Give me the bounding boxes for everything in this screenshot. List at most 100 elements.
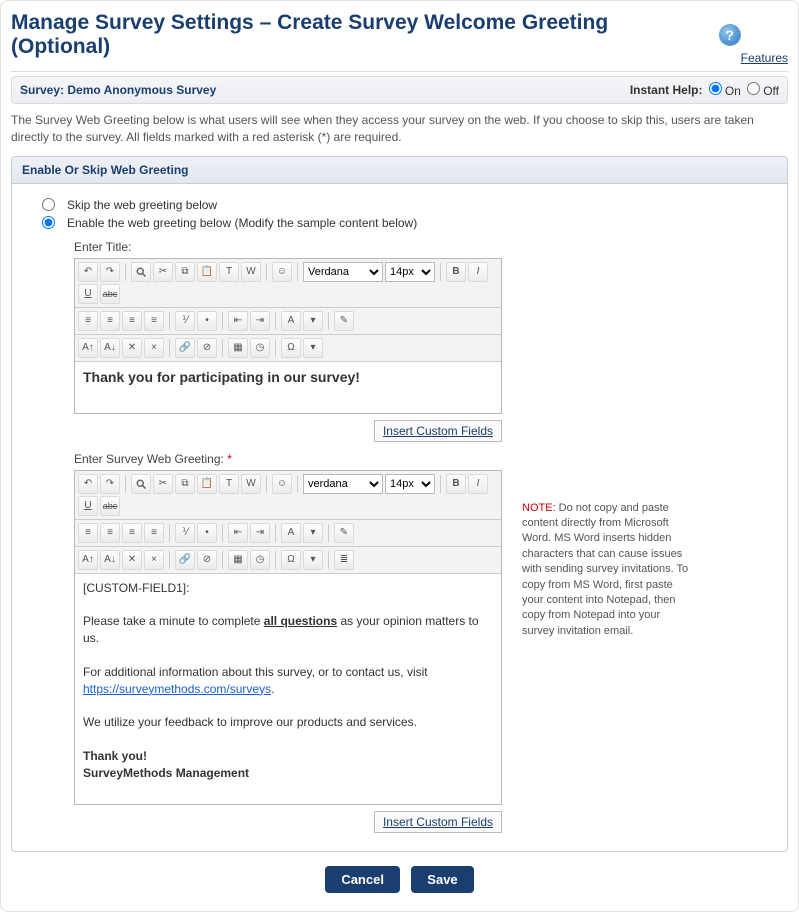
align-center-icon[interactable]: ≡ [100, 523, 120, 543]
greeting-link[interactable]: https://surveymethods.com/surveys [83, 682, 271, 696]
help-icon[interactable]: ? [719, 24, 741, 46]
bold-icon[interactable]: B [446, 262, 466, 282]
font-size-select[interactable]: 14px [385, 262, 435, 282]
font-size-select[interactable]: 14px [385, 474, 435, 494]
italic-icon[interactable]: I [468, 262, 488, 282]
symbol-dropdown-icon[interactable]: ▾ [303, 550, 323, 570]
instant-help-on-radio[interactable] [709, 82, 722, 95]
strikethrough-icon[interactable]: abc [100, 496, 120, 516]
symbol-icon[interactable]: Ω [281, 338, 301, 358]
superscript-icon[interactable]: A↑ [78, 338, 98, 358]
cancel-button[interactable]: Cancel [325, 866, 400, 893]
font-name-select[interactable]: verdana [303, 474, 383, 494]
subscript-icon[interactable]: A↓ [100, 550, 120, 570]
greeting-editor-content[interactable]: [CUSTOM-FIELD1]: Please take a minute to… [75, 574, 501, 804]
italic-icon[interactable]: I [468, 474, 488, 494]
paste-text-icon[interactable]: T [219, 474, 239, 494]
cut-icon[interactable]: ✂ [153, 474, 173, 494]
greeting-editor-toolbar-row1: ↶ ↷ ✂ ⧉ 📋 T W ☺ verdana [75, 471, 501, 520]
numbered-list-icon[interactable]: ⅟ [175, 311, 195, 331]
title-editor-content[interactable]: Thank you for participating in our surve… [75, 362, 501, 413]
clear-format-icon[interactable]: × [144, 550, 164, 570]
format-paint-icon[interactable]: ✎ [334, 311, 354, 331]
strikethrough-icon[interactable]: abc [100, 284, 120, 304]
instant-help-on-option[interactable]: On [709, 82, 741, 98]
date-icon[interactable]: ◷ [250, 338, 270, 358]
save-button[interactable]: Save [411, 866, 473, 893]
indent-icon[interactable]: ⇥ [250, 311, 270, 331]
redo-icon[interactable]: ↷ [100, 262, 120, 282]
paste-text-icon[interactable]: T [219, 262, 239, 282]
table-icon[interactable]: ▦ [228, 550, 248, 570]
clear-format-icon[interactable]: × [144, 338, 164, 358]
align-right-icon[interactable]: ≡ [122, 311, 142, 331]
indent-icon[interactable]: ⇥ [250, 523, 270, 543]
align-right-icon[interactable]: ≡ [122, 523, 142, 543]
symbol-dropdown-icon[interactable]: ▾ [303, 338, 323, 358]
skip-greeting-radio[interactable] [42, 198, 55, 211]
features-link[interactable]: Features [741, 51, 788, 65]
title-editor-toolbar-row2: ≡ ≡ ≡ ≡ ⅟ • ⇤ ⇥ A ▾ ✎ [75, 308, 501, 335]
remove-format-icon[interactable]: ✕ [122, 550, 142, 570]
enable-greeting-radio[interactable] [42, 216, 55, 229]
emoji-icon[interactable]: ☺ [272, 262, 292, 282]
symbol-icon[interactable]: Ω [281, 550, 301, 570]
cut-icon[interactable]: ✂ [153, 262, 173, 282]
instant-help-label: Instant Help: [630, 83, 703, 97]
greeting-line2: For additional information about this su… [83, 664, 493, 698]
superscript-icon[interactable]: A↑ [78, 550, 98, 570]
undo-icon[interactable]: ↶ [78, 262, 98, 282]
greeting-thankyou: Thank you! [83, 748, 493, 765]
font-name-select[interactable]: Verdana [303, 262, 383, 282]
copy-icon[interactable]: ⧉ [175, 474, 195, 494]
table-icon[interactable]: ▦ [228, 338, 248, 358]
bullet-list-icon[interactable]: • [197, 311, 217, 331]
date-icon[interactable]: ◷ [250, 550, 270, 570]
remove-format-icon[interactable]: ✕ [122, 338, 142, 358]
align-left-icon[interactable]: ≡ [78, 523, 98, 543]
align-justify-icon[interactable]: ≡ [144, 523, 164, 543]
align-justify-icon[interactable]: ≡ [144, 311, 164, 331]
insert-custom-fields-title-link[interactable]: Insert Custom Fields [374, 420, 502, 442]
unlink-icon[interactable]: ⊘ [197, 338, 217, 358]
paste-icon[interactable]: 📋 [197, 262, 217, 282]
paste-icon[interactable]: 📋 [197, 474, 217, 494]
instant-help-off-option[interactable]: Off [747, 82, 779, 98]
title-editor: ↶ ↷ ✂ ⧉ 📋 T W ☺ Verdana 14px B I [74, 258, 502, 414]
font-color-icon[interactable]: A [281, 523, 301, 543]
link-icon[interactable]: 🔗 [175, 550, 195, 570]
hr-icon[interactable]: ≣ [334, 550, 354, 570]
subscript-icon[interactable]: A↓ [100, 338, 120, 358]
link-icon[interactable]: 🔗 [175, 338, 195, 358]
insert-custom-fields-greeting-link[interactable]: Insert Custom Fields [374, 811, 502, 833]
align-center-icon[interactable]: ≡ [100, 311, 120, 331]
title-field-label: Enter Title: [74, 240, 773, 254]
format-paint-icon[interactable]: ✎ [334, 523, 354, 543]
outdent-icon[interactable]: ⇤ [228, 311, 248, 331]
greeting-editor: ↶ ↷ ✂ ⧉ 📋 T W ☺ verdana [74, 470, 502, 805]
outdent-icon[interactable]: ⇤ [228, 523, 248, 543]
redo-icon[interactable]: ↷ [100, 474, 120, 494]
find-icon[interactable] [131, 262, 151, 282]
bold-icon[interactable]: B [446, 474, 466, 494]
greeting-line1: Please take a minute to complete all que… [83, 613, 493, 647]
underline-icon[interactable]: U [78, 284, 98, 304]
align-left-icon[interactable]: ≡ [78, 311, 98, 331]
emoji-icon[interactable]: ☺ [272, 474, 292, 494]
underline-icon[interactable]: U [78, 496, 98, 516]
required-asterisk: * [227, 452, 232, 466]
font-color-icon[interactable]: A [281, 311, 301, 331]
bg-color-icon[interactable]: ▾ [303, 311, 323, 331]
find-icon[interactable] [131, 474, 151, 494]
numbered-list-icon[interactable]: ⅟ [175, 523, 195, 543]
bullet-list-icon[interactable]: • [197, 523, 217, 543]
bg-color-icon[interactable]: ▾ [303, 523, 323, 543]
section-heading: Enable Or Skip Web Greeting [12, 157, 787, 184]
copy-icon[interactable]: ⧉ [175, 262, 195, 282]
title-editor-toolbar-row3: A↑ A↓ ✕ × 🔗 ⊘ ▦ ◷ Ω ▾ [75, 335, 501, 362]
paste-word-icon[interactable]: W [241, 262, 261, 282]
undo-icon[interactable]: ↶ [78, 474, 98, 494]
unlink-icon[interactable]: ⊘ [197, 550, 217, 570]
instant-help-off-radio[interactable] [747, 82, 760, 95]
paste-word-icon[interactable]: W [241, 474, 261, 494]
